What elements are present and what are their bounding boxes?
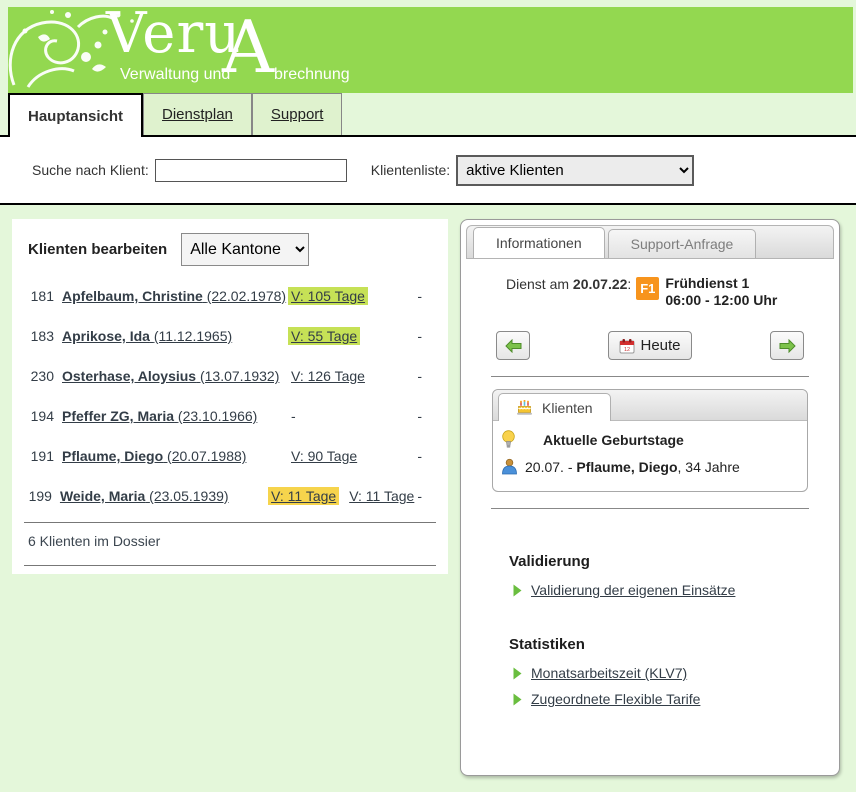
client-row: 183 Aprikose, Ida (11.12.1965) V: 55 Tag… [28, 316, 436, 356]
clientlist-label: Klientenliste: [371, 162, 450, 178]
divider [491, 508, 809, 509]
row-dash: - [417, 288, 422, 304]
date-navigation: 12 Heute [496, 331, 804, 360]
nav-tab-dienstplan[interactable]: Dienstplan [143, 93, 252, 135]
logo-tagline-right: brechnung [274, 66, 350, 84]
row-dash: - [417, 408, 422, 424]
vacation-days-link[interactable]: V: 11 Tage [268, 487, 339, 505]
client-row: 191 Pflaume, Diego (20.07.1988) V: 90 Ta… [28, 436, 436, 476]
client-name-link[interactable]: Weide, Maria (23.05.1939) [60, 488, 268, 504]
app-logo: Veru A Verwaltung und brechnung [106, 9, 406, 93]
logo-tagline-left: Verwaltung und [120, 66, 230, 84]
arrow-left-icon [505, 339, 522, 353]
search-band: Suche nach Klient: Klientenliste: aktive… [0, 135, 856, 205]
lightbulb-icon [501, 430, 516, 449]
client-name-link[interactable]: Aprikose, Ida (11.12.1965) [62, 328, 288, 344]
nav-tab-support[interactable]: Support [252, 93, 343, 135]
nav-tab-hauptansicht[interactable]: Hauptansicht [8, 93, 143, 137]
info-panel-tabs: InformationenSupport-Anfrage [466, 225, 834, 259]
prev-day-button[interactable] [496, 331, 530, 360]
info-panel-tab-support-anfrage[interactable]: Support-Anfrage [608, 229, 757, 258]
client-id: 183 [28, 328, 54, 344]
vacation-days-link[interactable]: V: 90 Tage [288, 447, 360, 465]
today-button-label: Heute [640, 337, 680, 354]
green-triangle-icon [513, 693, 522, 706]
calendar-icon: 12 [619, 338, 635, 354]
birthday-date: 20.07. - [525, 459, 576, 475]
validierung-heading: Validierung [509, 553, 834, 570]
arrow-right-icon [779, 339, 796, 353]
green-triangle-icon [513, 584, 522, 597]
section-link-row: Monatsarbeitszeit (KLV7) [513, 665, 834, 681]
dienst-label: Dienst am [506, 276, 573, 292]
klienten-box-tab[interactable]: Klienten [498, 393, 611, 421]
section-link[interactable]: Monatsarbeitszeit (KLV7) [531, 665, 687, 681]
client-name-link[interactable]: Pfeffer ZG, Maria (23.10.1966) [62, 408, 288, 424]
section-link-row: Zugeordnete Flexible Tarife [513, 691, 834, 707]
shift-name: Frühdienst 1 [665, 275, 749, 291]
birthday-cake-icon [516, 400, 533, 416]
main-content: Klienten bearbeiten Alle Kantone 181 Apf… [0, 205, 856, 776]
statistiken-heading: Statistiken [509, 636, 834, 653]
info-panel: InformationenSupport-Anfrage Dienst am 2… [460, 219, 840, 776]
divider [24, 565, 436, 566]
section-link[interactable]: Validierung der eigenen Einsätze [531, 582, 735, 598]
dienst-date: 20.07.22 [573, 276, 628, 292]
svg-text:12: 12 [624, 347, 630, 353]
client-name-link[interactable]: Osterhase, Aloysius (13.07.1932) [62, 368, 288, 384]
client-name-link[interactable]: Apfelbaum, Christine (22.02.1978) [62, 288, 288, 304]
shift-badge: F1 [636, 277, 659, 300]
person-icon [501, 458, 518, 475]
client-count-text: 6 Klienten im Dossier [28, 523, 436, 559]
vacation-days-link[interactable]: V: 105 Tage [288, 287, 368, 305]
client-row: 194 Pfeffer ZG, Maria (23.10.1966) - - [28, 396, 436, 436]
client-name-link[interactable]: Pflaume, Diego (20.07.1988) [62, 448, 288, 464]
clients-panel-title: Klienten bearbeiten [28, 241, 167, 258]
client-id: 181 [28, 288, 54, 304]
clientlist-select[interactable]: aktive Klienten [456, 155, 694, 186]
vacation-days-link[interactable]: - [288, 407, 299, 425]
row-dash: - [417, 488, 422, 504]
clients-panel: Klienten bearbeiten Alle Kantone 181 Apf… [12, 219, 448, 574]
client-id: 230 [28, 368, 54, 384]
client-search-input[interactable] [155, 159, 347, 182]
info-panel-tab-informationen[interactable]: Informationen [473, 227, 605, 258]
client-row: 230 Osterhase, Aloysius (13.07.1932) V: … [28, 356, 436, 396]
dienst-info: Dienst am 20.07.22: F1 Frühdienst 1 06:0… [506, 275, 834, 309]
client-row: 181 Apfelbaum, Christine (22.02.1978) V:… [28, 276, 436, 316]
main-nav-tabs: HauptansichtDienstplanSupport [8, 93, 856, 135]
client-list: 181 Apfelbaum, Christine (22.02.1978) V:… [28, 276, 436, 516]
client-id: 191 [28, 448, 54, 464]
divider [491, 376, 809, 377]
vacation-days-link[interactable]: V: 126 Tage [288, 367, 368, 385]
next-day-button[interactable] [770, 331, 804, 360]
row-dash: - [417, 328, 422, 344]
birthdays-heading: Aktuelle Geburtstage [543, 432, 684, 448]
validierung-section: Validierung Validierung der eigenen Eins… [509, 553, 834, 598]
row-dash: - [417, 368, 422, 384]
logo-text: Veru [106, 7, 241, 66]
client-id: 199 [28, 488, 52, 504]
birthday-name: Pflaume, Diego [576, 459, 677, 475]
client-row: 199 Weide, Maria (23.05.1939) V: 11 Tage… [28, 476, 436, 516]
row-dash: - [417, 448, 422, 464]
section-link[interactable]: Zugeordnete Flexible Tarife [531, 691, 700, 707]
green-triangle-icon [513, 667, 522, 680]
shift-time: 06:00 - 12:00 Uhr [665, 292, 777, 308]
statistiken-section: Statistiken Monatsarbeitszeit (KLV7) Zug… [509, 636, 834, 707]
birthday-age: , 34 Jahre [678, 459, 740, 475]
section-link-row: Validierung der eigenen Einsätze [513, 582, 834, 598]
client-id: 194 [28, 408, 54, 424]
klienten-box: Klienten Aktuelle Geburtstage [492, 389, 808, 492]
app-header: Veru A Verwaltung und brechnung [8, 7, 853, 93]
today-button[interactable]: 12 Heute [608, 331, 691, 360]
vacation-days-link-2[interactable]: V: 11 Tage [346, 487, 417, 505]
canton-filter-select[interactable]: Alle Kantone [181, 233, 309, 266]
klienten-box-tab-label: Klienten [542, 400, 593, 416]
search-label: Suche nach Klient: [32, 162, 149, 178]
vacation-days-link[interactable]: V: 55 Tage [288, 327, 360, 345]
